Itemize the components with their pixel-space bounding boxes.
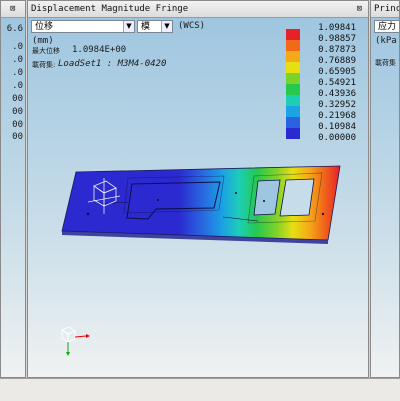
window-titlebar: Princi xyxy=(371,1,399,18)
principal-stress-window: Princi 应力 (kPa 載荷集 xyxy=(370,0,400,378)
stress-component-value: 应力 xyxy=(378,22,397,32)
close-icon[interactable]: ⊠ xyxy=(10,1,15,17)
status-bar xyxy=(0,378,400,401)
left-legend-value: 00 xyxy=(12,94,23,104)
window-title: Princi xyxy=(374,4,399,14)
global-axis-triad-icon xyxy=(61,326,90,356)
left-viewport[interactable]: 6.6 .0 .0 .0 .0 00 00 00 00 270 xyxy=(1,18,25,377)
model-viewport[interactable]: 位移 ▼ 模 ▼ (WCS) (mm) 最大位移 1.0984E+00 載荷集:… xyxy=(28,18,368,377)
window-titlebar: Displacement Magnitude Fringe ⊠ xyxy=(28,1,368,18)
left-result-window: ⊠ 6.6 .0 .0 .0 .0 00 00 00 00 270 xyxy=(0,0,26,378)
stress-viewport[interactable]: 应力 (kPa 載荷集 xyxy=(371,18,399,377)
left-legend-value: 6.6 xyxy=(6,24,23,34)
left-legend-value: 00 xyxy=(12,120,23,130)
plate-model[interactable] xyxy=(28,18,369,378)
unit-label: (kPa xyxy=(375,36,397,46)
left-legend-value: 00 xyxy=(12,132,23,142)
left-legend-value: .0 xyxy=(12,81,23,91)
window-title: Displacement Magnitude Fringe xyxy=(31,4,189,14)
stress-component-select[interactable]: 应力 xyxy=(374,20,399,33)
close-icon[interactable]: ⊠ xyxy=(357,1,362,17)
displacement-result-window: Displacement Magnitude Fringe ⊠ 位移 ▼ 模 ▼… xyxy=(27,0,369,378)
left-window-titlebar: ⊠ xyxy=(1,1,25,18)
left-legend-value: .0 xyxy=(12,42,23,52)
left-legend-value: .0 xyxy=(12,68,23,78)
left-legend-value: .0 xyxy=(12,55,23,65)
left-legend-value: 00 xyxy=(12,107,23,117)
loadset-label: 載荷集 xyxy=(375,59,396,67)
